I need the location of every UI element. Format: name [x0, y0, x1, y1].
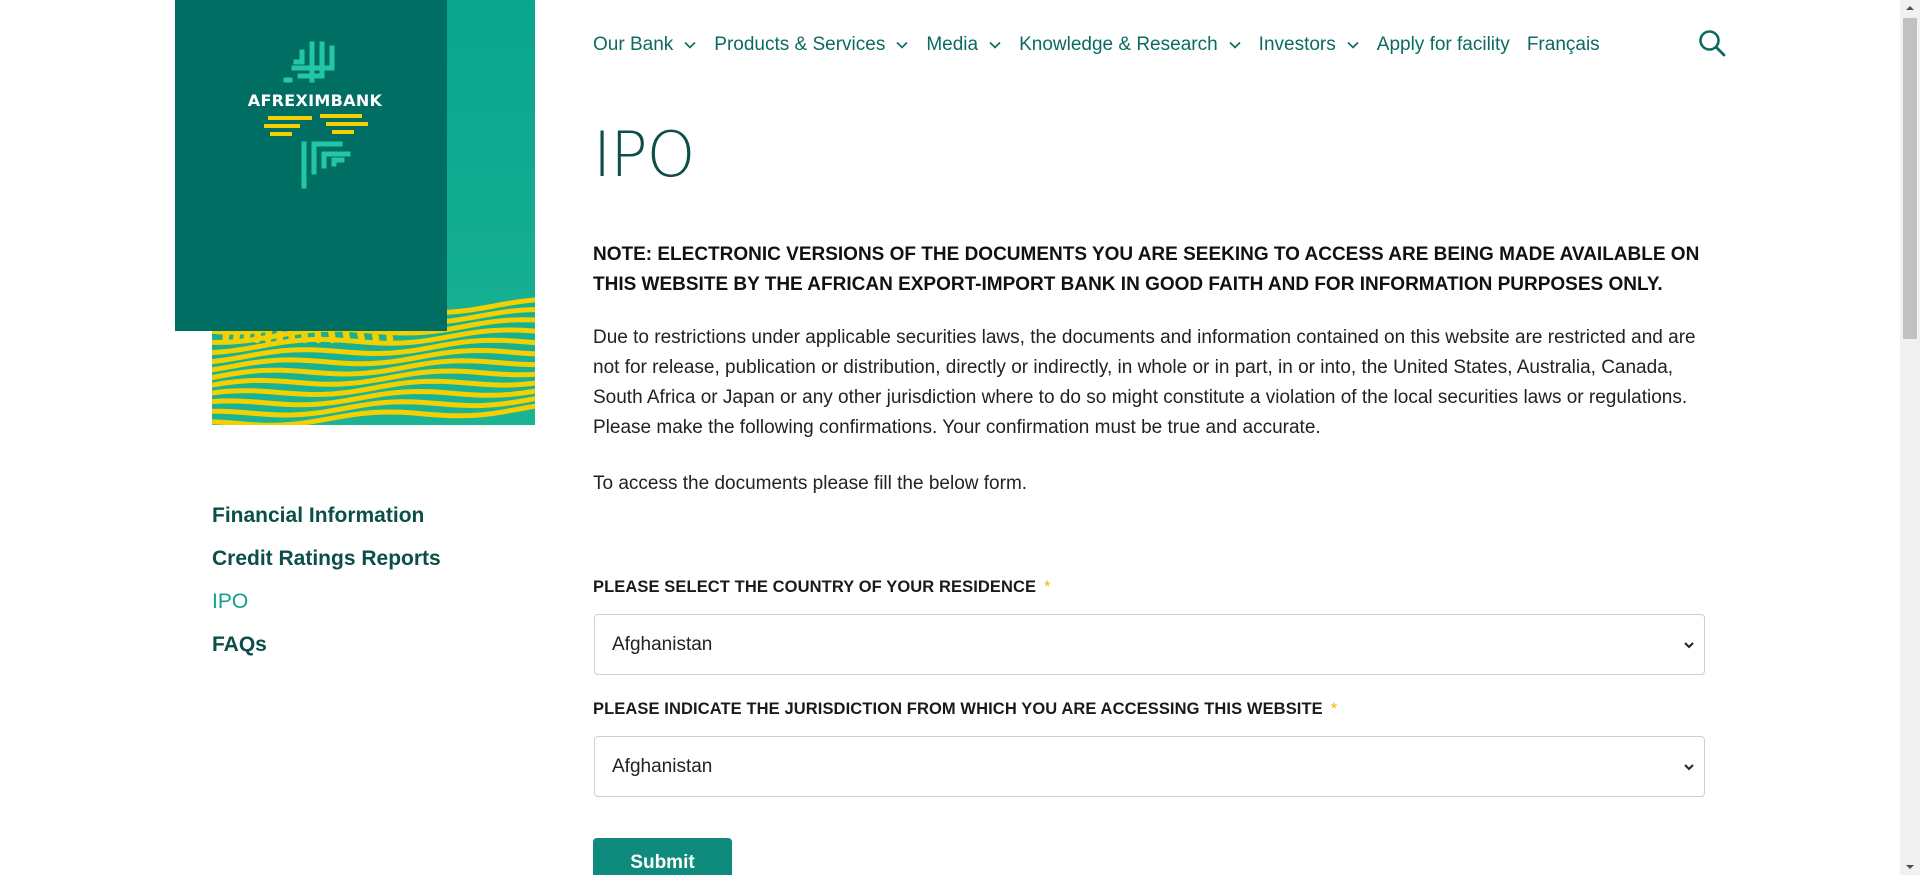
nav-apply-for-facility[interactable]: Apply for facility	[1377, 34, 1510, 56]
nav-our-bank-label: Our Bank	[593, 34, 674, 55]
jurisdiction-select[interactable]: Afghanistan	[594, 736, 1705, 797]
country-of-residence-select[interactable]: Afghanistan	[594, 614, 1705, 675]
nav-products-services-label: Products & Services	[714, 34, 886, 55]
sidebar-item-faqs[interactable]: FAQs	[212, 632, 441, 675]
jurisdiction-label: PLEASE INDICATE THE JURISDICTION FROM WH…	[593, 700, 1337, 719]
required-mark: *	[1044, 578, 1051, 596]
logo-wordmark: AFREXIMBANK	[247, 91, 383, 110]
country-of-residence-label: PLEASE SELECT THE COUNTRY OF YOUR RESIDE…	[593, 578, 1051, 597]
nav-media[interactable]: Media	[926, 34, 1002, 56]
page-title: IPO	[593, 118, 695, 191]
form-instruction: To access the documents please fill the …	[593, 473, 1028, 494]
restrictions-paragraph: Due to restrictions under applicable sec…	[593, 327, 1696, 438]
nav-investors-label: Investors	[1258, 34, 1336, 55]
nav-investors[interactable]: Investors	[1259, 34, 1360, 56]
jurisdiction-select-value: Afghanistan	[612, 755, 713, 777]
logo-mark-icon	[264, 41, 368, 189]
country-label-text: PLEASE SELECT THE COUNTRY OF YOUR RESIDE…	[593, 578, 1037, 596]
main-navigation: Our Bank Products & Services Media Knowl…	[593, 30, 1617, 60]
country-select-value: Afghanistan	[612, 633, 713, 655]
chevron-down-icon	[1229, 41, 1241, 49]
search-button[interactable]	[1697, 28, 1727, 58]
submit-button[interactable]: Submit	[593, 838, 732, 875]
nav-products-services[interactable]: Products & Services	[714, 34, 909, 56]
nav-media-label: Media	[926, 34, 979, 55]
search-icon	[1699, 30, 1726, 57]
scroll-down-arrow-icon[interactable]	[1900, 858, 1920, 875]
nav-apply-for-facility-label: Apply for facility	[1376, 34, 1510, 55]
sidebar-item-ipo[interactable]: IPO	[212, 589, 441, 632]
sidebar-item-credit-ratings-reports[interactable]: Credit Ratings Reports	[212, 546, 441, 589]
chevron-down-icon	[1347, 41, 1359, 49]
chevron-down-icon	[1684, 642, 1694, 649]
chevron-down-icon	[1684, 764, 1694, 771]
scrollbar-thumb[interactable]	[1903, 18, 1917, 339]
jurisdiction-label-text: PLEASE INDICATE THE JURISDICTION FROM WH…	[593, 700, 1323, 718]
legal-note: NOTE: ELECTRONIC VERSIONS OF THE DOCUMEN…	[593, 244, 1700, 295]
nav-knowledge-research-label: Knowledge & Research	[1019, 34, 1218, 55]
chevron-down-icon	[989, 41, 1001, 49]
nav-our-bank[interactable]: Our Bank	[593, 34, 697, 56]
investors-sidebar: Financial Information Credit Ratings Rep…	[212, 503, 441, 675]
chevron-down-icon	[896, 41, 908, 49]
afreximbank-logo[interactable]: AFREXIMBANK	[230, 40, 400, 200]
nav-language-label: Français	[1526, 34, 1600, 55]
nav-language-francais[interactable]: Français	[1527, 34, 1600, 56]
nav-knowledge-research[interactable]: Knowledge & Research	[1019, 34, 1242, 56]
brand-teal-panel: AFREXIMBANK	[175, 0, 447, 331]
sidebar-item-financial-information[interactable]: Financial Information	[212, 503, 441, 546]
brand-block: AFREXIMBANK	[175, 0, 535, 425]
required-mark: *	[1330, 700, 1338, 718]
chevron-down-icon	[684, 41, 696, 49]
page-scrollbar[interactable]	[1900, 0, 1920, 875]
scroll-up-arrow-icon[interactable]	[1900, 0, 1920, 17]
